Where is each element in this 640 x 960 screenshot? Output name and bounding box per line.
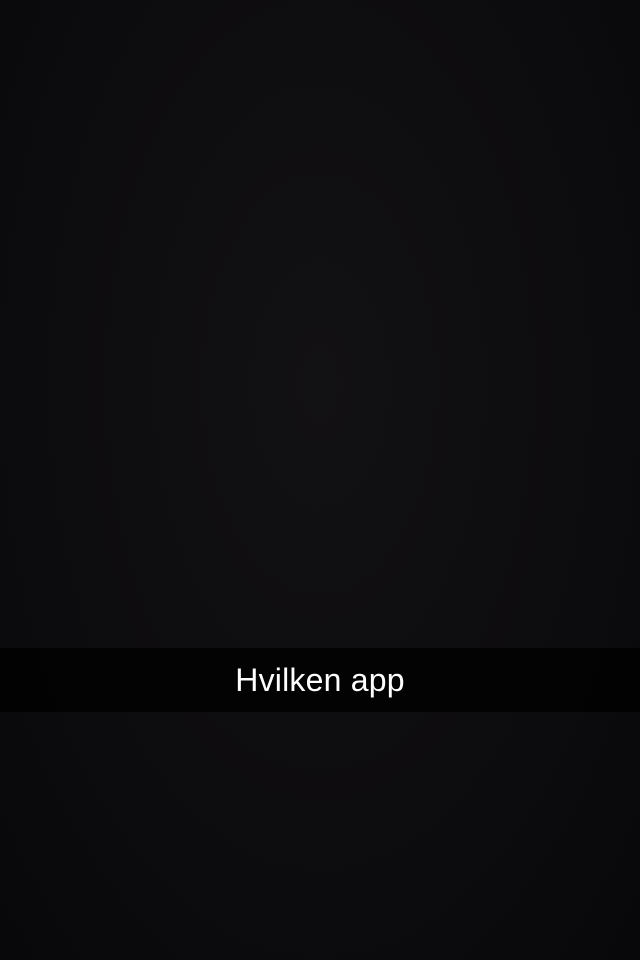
caption-bar[interactable]: Hvilken app [0,648,640,712]
caption-text: Hvilken app [235,662,405,698]
snap-photo-background [0,0,640,960]
